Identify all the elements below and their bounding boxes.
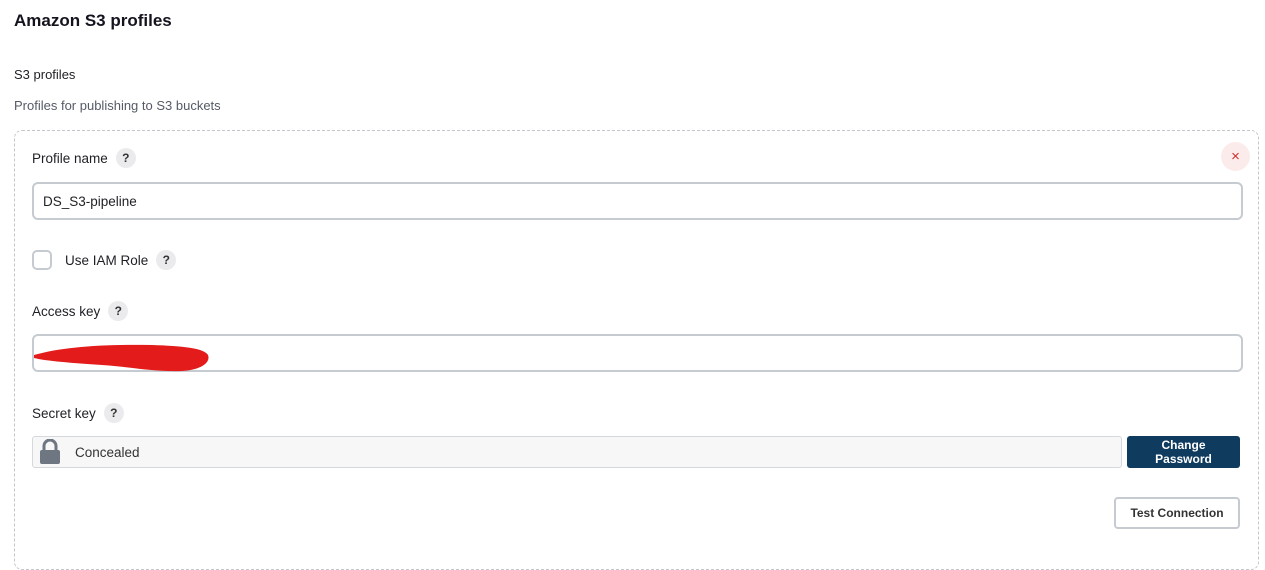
secret-key-concealed-field: Concealed bbox=[32, 436, 1122, 468]
secret-key-status: Concealed bbox=[75, 444, 140, 460]
profile-name-label-row: Profile name ? bbox=[32, 148, 136, 168]
help-icon[interactable]: ? bbox=[103, 403, 124, 423]
access-key-label: Access key bbox=[32, 303, 101, 319]
profile-name-label: Profile name bbox=[32, 150, 108, 166]
s3-profiles-title: S3 profiles bbox=[14, 67, 76, 82]
test-connection-button[interactable]: Test Connection bbox=[1114, 497, 1240, 529]
help-icon[interactable]: ? bbox=[108, 301, 129, 321]
use-iam-role-label: Use IAM Role bbox=[65, 252, 149, 268]
secret-key-label: Secret key bbox=[32, 405, 96, 421]
access-key-label-row: Access key ? bbox=[32, 301, 129, 321]
help-icon[interactable]: ? bbox=[115, 148, 136, 168]
help-icon[interactable]: ? bbox=[156, 250, 177, 270]
change-password-button[interactable]: Change Password bbox=[1127, 436, 1240, 468]
lock-icon bbox=[40, 439, 60, 464]
s3-profiles-description: Profiles for publishing to S3 buckets bbox=[14, 98, 221, 113]
section-title: Amazon S3 profiles bbox=[14, 11, 172, 30]
use-iam-role-row: Use IAM Role ? bbox=[32, 250, 177, 270]
secret-key-label-row: Secret key ? bbox=[32, 403, 124, 423]
profile-name-input[interactable] bbox=[32, 182, 1243, 220]
close-icon: × bbox=[1231, 148, 1240, 165]
delete-profile-button[interactable]: × bbox=[1221, 142, 1250, 171]
use-iam-role-checkbox[interactable] bbox=[32, 250, 52, 270]
access-key-input[interactable] bbox=[32, 334, 1243, 372]
